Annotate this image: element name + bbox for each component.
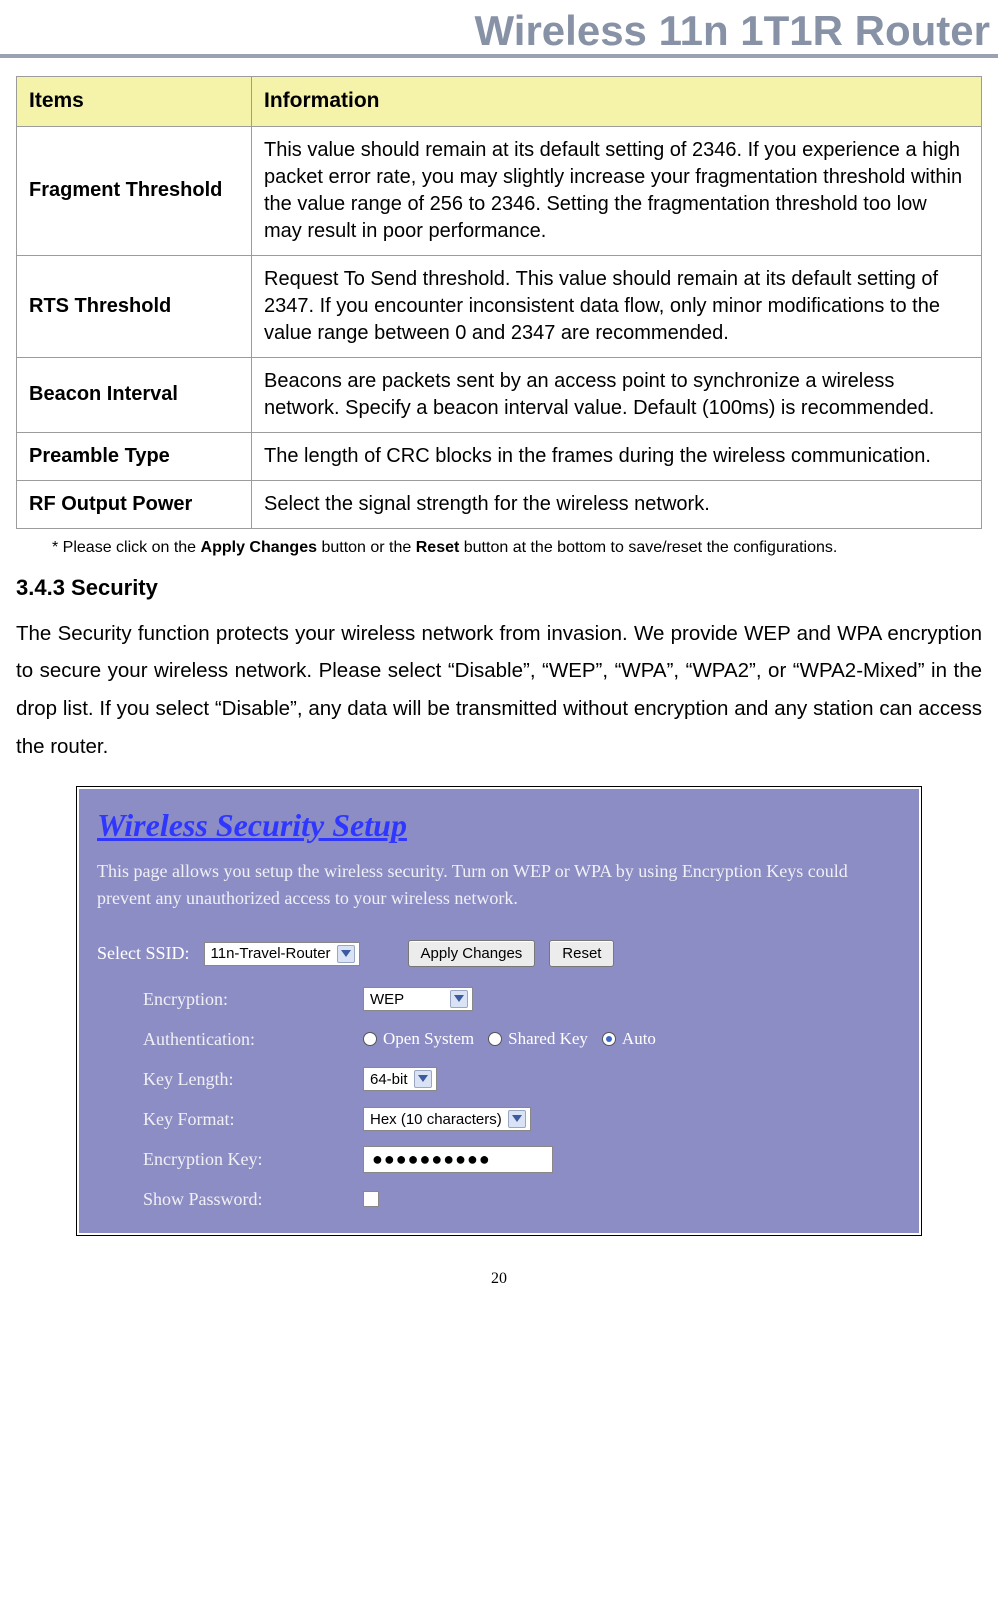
key-format-label: Key Format:: [143, 1109, 363, 1130]
page-number: 20: [0, 1270, 998, 1288]
auth-option-label: Auto: [622, 1029, 656, 1049]
show-password-checkbox[interactable]: [363, 1191, 379, 1207]
encryption-label: Encryption:: [143, 989, 363, 1010]
panel-description: This page allows you setup the wireless …: [97, 858, 901, 912]
radio-icon: [363, 1032, 377, 1046]
chevron-down-icon: [414, 1070, 432, 1088]
col-info: Information: [252, 77, 982, 126]
encryption-select[interactable]: WEP: [363, 987, 473, 1011]
key-format-select[interactable]: Hex (10 characters): [363, 1107, 531, 1131]
authentication-label: Authentication:: [143, 1029, 363, 1050]
radio-icon: [602, 1032, 616, 1046]
key-length-select[interactable]: 64-bit: [363, 1067, 437, 1091]
table-row: Beacon Interval Beacons are packets sent…: [17, 357, 982, 432]
ssid-select[interactable]: 11n-Travel-Router: [204, 942, 360, 966]
chevron-down-icon: [337, 945, 355, 963]
row-item: Beacon Interval: [17, 357, 252, 432]
items-table: Items Information Fragment Threshold Thi…: [16, 76, 982, 528]
col-items: Items: [17, 77, 252, 126]
reset-button[interactable]: Reset: [549, 940, 614, 967]
auth-radio-auto[interactable]: Auto: [602, 1029, 656, 1049]
page-title: Wireless 11n 1T1R Router: [0, 8, 998, 54]
apply-changes-button[interactable]: Apply Changes: [408, 940, 536, 967]
auth-option-label: Shared Key: [508, 1029, 588, 1049]
section-heading: 3.4.3 Security: [16, 575, 982, 601]
panel-heading: Wireless Security Setup: [97, 807, 901, 844]
table-footnote: * Please click on the Apply Changes butt…: [52, 539, 982, 557]
row-info: This value should remain at its default …: [252, 126, 982, 255]
section-body: The Security function protects your wire…: [16, 615, 982, 767]
auth-radio-open[interactable]: Open System: [363, 1029, 474, 1049]
row-item: Fragment Threshold: [17, 126, 252, 255]
row-item: RF Output Power: [17, 480, 252, 528]
row-item: Preamble Type: [17, 432, 252, 480]
show-password-label: Show Password:: [143, 1189, 363, 1210]
encryption-select-value: WEP: [370, 991, 404, 1008]
ssid-select-value: 11n-Travel-Router: [211, 945, 331, 962]
row-item: RTS Threshold: [17, 255, 252, 357]
ssid-label: Select SSID:: [97, 943, 190, 964]
table-row: RTS Threshold Request To Send threshold.…: [17, 255, 982, 357]
radio-icon: [488, 1032, 502, 1046]
key-length-label: Key Length:: [143, 1069, 363, 1090]
chevron-down-icon: [508, 1110, 526, 1128]
row-info: The length of CRC blocks in the frames d…: [252, 432, 982, 480]
security-setup-panel: Wireless Security Setup This page allows…: [76, 786, 922, 1236]
row-info: Request To Send threshold. This value sh…: [252, 255, 982, 357]
table-row: Fragment Threshold This value should rem…: [17, 126, 982, 255]
row-info: Beacons are packets sent by an access po…: [252, 357, 982, 432]
table-row: RF Output Power Select the signal streng…: [17, 480, 982, 528]
key-length-value: 64-bit: [370, 1071, 408, 1088]
chevron-down-icon: [450, 990, 468, 1008]
row-info: Select the signal strength for the wirel…: [252, 480, 982, 528]
table-row: Preamble Type The length of CRC blocks i…: [17, 432, 982, 480]
key-format-value: Hex (10 characters): [370, 1111, 502, 1128]
encryption-key-input[interactable]: ●●●●●●●●●●: [363, 1146, 553, 1173]
auth-radio-shared[interactable]: Shared Key: [488, 1029, 588, 1049]
auth-option-label: Open System: [383, 1029, 474, 1049]
encryption-key-label: Encryption Key:: [143, 1149, 363, 1170]
